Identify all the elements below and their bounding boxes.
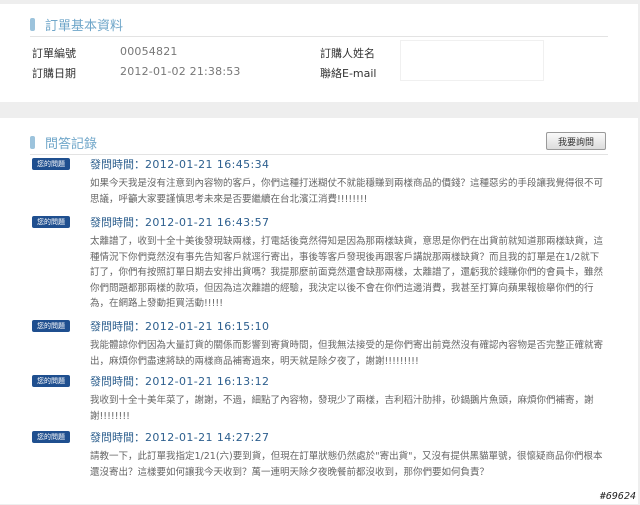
your-question-badge: 您的問題 [32,158,70,170]
ask-question-button[interactable]: 我要詢問 [546,132,606,150]
question-text: 如果今天我是沒有注意到內容物的客戶，你們這種打迷糊仗不就能穩賺到兩樣商品的價錢？… [90,178,604,205]
ask-time-label: 發問時間： [90,320,145,333]
order-no-value: 00054821 [120,45,178,58]
order-date-value: 2012-01-02 21:38:53 [120,65,241,78]
ask-time-label: 發問時間： [90,431,145,444]
ask-time-row: 發問時間： 2012-01-21 16:15:10 [90,318,269,334]
qa-divider [30,154,608,155]
ask-time-value: 2012-01-21 16:13:12 [145,374,270,388]
ask-time-label: 發問時間： [90,216,145,229]
ask-time-value: 2012-01-21 16:45:34 [145,157,270,171]
email-label: 聯絡E-mail [320,67,377,80]
ask-time-row: 發問時間： 2012-01-21 16:45:34 [90,156,269,172]
question-text: 太離譜了，收到十全十美後發現缺兩樣，打電話後竟然得知是因為那兩樣缺貨，意思是你們… [90,236,604,309]
section-marker-icon [30,136,35,149]
redacted-buyer-info [400,40,544,81]
ask-time-row: 發問時間： 2012-01-21 16:43:57 [90,214,269,230]
ask-time-value: 2012-01-21 16:43:57 [145,215,270,229]
order-date-label: 訂購日期 [32,67,76,80]
question-text: 我收到十全十美年菜了，謝謝，不過，細點了內容物，發現少了兩樣，吉利稻汁肋排，砂鍋… [90,395,594,422]
buyer-name-label: 訂購人姓名 [320,47,375,60]
your-question-badge: 您的問題 [32,375,70,387]
ask-time-value: 2012-01-21 16:15:10 [145,319,270,333]
your-question-badge: 您的問題 [32,431,70,443]
your-question-badge: 您的問題 [32,320,70,332]
ask-time-label: 發問時間： [90,158,145,171]
order-section-title-text: 訂單基本資料 [45,19,124,34]
question-text: 我能體諒你們因為大量訂貨的關係而影響到寄貨時間，但我無法接受的是你們寄出前竟然沒… [90,340,604,367]
order-no-label: 訂單編號 [32,47,76,60]
your-question-badge: 您的問題 [32,216,70,228]
order-info-panel: 訂單基本資料 訂單編號 00054821 訂購日期 2012-01-02 21:… [0,4,638,102]
ask-time-label: 發問時間： [90,375,145,388]
ask-time-row: 發問時間： 2012-01-21 14:27:27 [90,429,269,445]
qa-section-title: 問答記錄 [30,133,97,152]
question-text: 請教一下，此訂單我指定1/21(六)要到貨，但現在訂單狀態仍然處於"寄出貨"，又… [90,451,603,478]
qa-section-title-text: 問答記錄 [45,137,98,152]
ask-time-row: 發問時間： 2012-01-21 16:13:12 [90,373,269,389]
order-section-title: 訂單基本資料 [30,15,123,34]
qa-history-panel: 問答記錄 我要詢問 您的問題 發問時間： 2012-01-21 16:45:34… [0,118,638,504]
ask-time-value: 2012-01-21 14:27:27 [145,430,270,444]
watermark: #69624 [599,491,636,502]
section-marker-icon [30,18,35,31]
order-divider [30,36,608,37]
